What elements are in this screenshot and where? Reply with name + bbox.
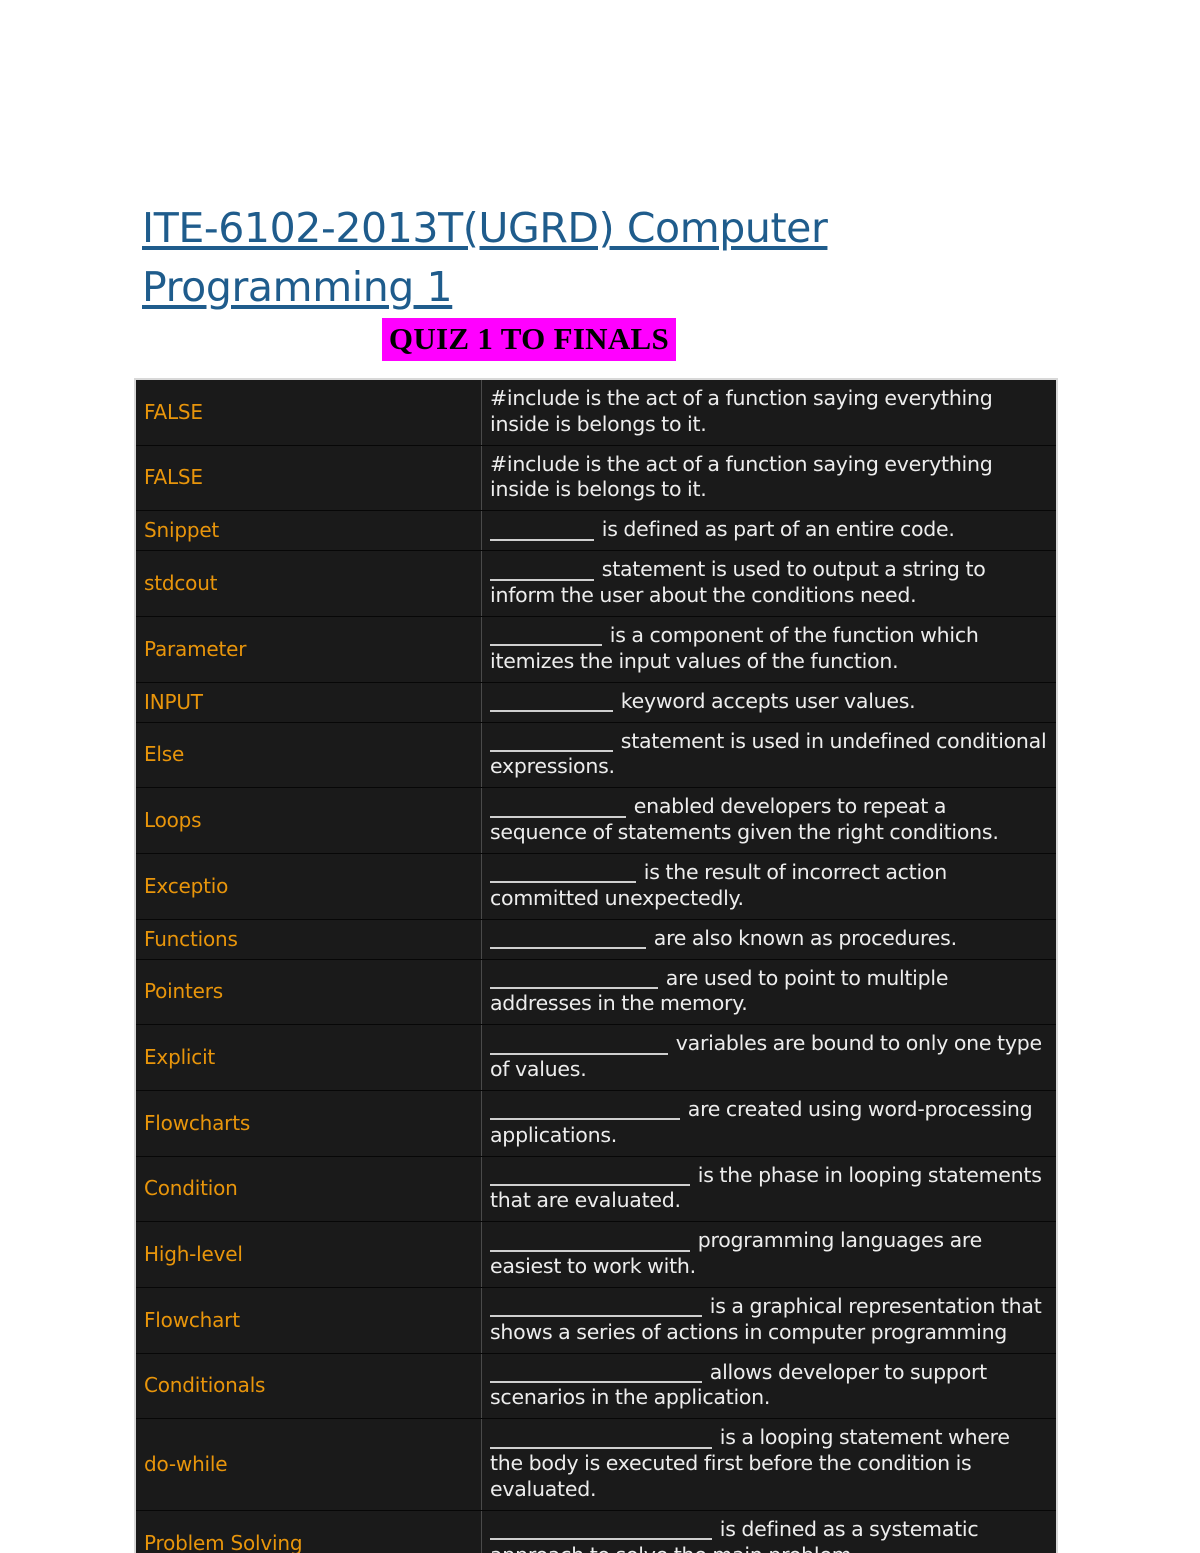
- table-body: FALSE #include is the act of a function s…: [135, 379, 1057, 1553]
- term-cell: Else: [135, 721, 482, 789]
- definition-text: #include is the act of a function saying…: [490, 451, 993, 502]
- table-row: Explicit variables are bound to only one…: [135, 1024, 1057, 1091]
- definition-cell: statement is used in undefined condition…: [481, 721, 1057, 789]
- term-cell: Pointers: [135, 958, 482, 1026]
- definition-cell: statement is used to output a string to …: [481, 550, 1057, 617]
- definition-text: #include is the act of a function saying…: [490, 386, 993, 436]
- term-cell: INPUT: [135, 681, 482, 723]
- definition-cell: are created using word-processing applic…: [481, 1089, 1057, 1157]
- table-row: stdcout statement is used to output a st…: [135, 550, 1057, 617]
- table-row: High-level programming languages are eas…: [135, 1221, 1057, 1288]
- term-cell: Flowchart: [135, 1286, 482, 1354]
- term-cell: Snippet: [135, 510, 482, 552]
- definition-cell: is a graphical representation that shows…: [481, 1286, 1057, 1354]
- fill-in-blank: [490, 1228, 690, 1252]
- term-cell: FALSE: [135, 379, 482, 446]
- term-cell: High-level: [135, 1221, 482, 1288]
- table-row: Loops enabled developers to repeat a seq…: [135, 787, 1057, 854]
- term-cell: Loops: [135, 787, 482, 854]
- fill-in-blank: [490, 966, 658, 990]
- fill-in-blank: [490, 1517, 712, 1541]
- definition-cell: is the phase in looping statements that …: [481, 1155, 1057, 1223]
- term-cell: Problem Solving: [135, 1509, 482, 1553]
- term-cell: Exceptio: [135, 852, 482, 920]
- page-title: ITE-6102-2013T(UGRD) Computer Programmin…: [142, 204, 828, 311]
- fill-in-blank: [490, 1360, 702, 1384]
- fill-in-blank: [490, 1163, 690, 1187]
- term-cell: FALSE: [135, 444, 482, 512]
- table-row: INPUT keyword accepts user values.: [135, 681, 1057, 723]
- term-cell: stdcout: [135, 550, 482, 617]
- term-cell: Conditionals: [135, 1352, 482, 1420]
- definition-cell: enabled developers to repeat a sequence …: [481, 787, 1057, 854]
- table-row: FALSE #include is the act of a function s…: [135, 444, 1057, 512]
- table-row: Functions are also known as procedures.: [135, 918, 1057, 960]
- definition-cell: is the result of incorrect action commit…: [481, 852, 1057, 920]
- term-cell: Condition: [135, 1155, 482, 1223]
- term-cell: Functions: [135, 918, 482, 960]
- fill-in-blank: [490, 926, 646, 950]
- term-cell: Flowcharts: [135, 1089, 482, 1157]
- definition-text: is defined as part of an entire code.: [596, 517, 955, 542]
- quiz-reviewer-table: FALSE #include is the act of a function s…: [134, 378, 1058, 1553]
- fill-in-blank: [490, 1425, 712, 1449]
- fill-in-blank: [490, 794, 626, 818]
- definition-cell: #include is the act of a function saying…: [481, 379, 1057, 446]
- definition-cell: is defined as part of an entire code.: [481, 510, 1057, 552]
- definition-text: are also known as procedures.: [648, 925, 957, 950]
- term-cell: Explicit: [135, 1024, 482, 1091]
- subtitle-highlight: QUIZ 1 TO FINALS: [381, 318, 677, 361]
- table-row: Flowchart is a graphical representation …: [135, 1286, 1057, 1354]
- document-page: ITE-6102-2013T(UGRD) Computer Programmin…: [0, 0, 1200, 1553]
- definition-cell: #include is the act of a function saying…: [481, 444, 1057, 512]
- term-cell: Parameter: [135, 615, 482, 683]
- definition-cell: variables are bound to only one type of …: [481, 1024, 1057, 1091]
- fill-in-blank: [490, 689, 613, 713]
- fill-in-blank: [490, 1294, 702, 1318]
- definition-cell: are also known as procedures.: [481, 918, 1057, 960]
- table-row: Pointers are used to point to multiple a…: [135, 958, 1057, 1026]
- term-cell: do-while: [135, 1418, 482, 1511]
- table-row: Else statement is used in undefined cond…: [135, 721, 1057, 789]
- definition-cell: allows developer to support scenarios in…: [481, 1352, 1057, 1420]
- fill-in-blank: [490, 729, 613, 753]
- definition-cell: is defined as a systematic approach to s…: [481, 1509, 1057, 1553]
- table-row: Conditionals allows developer to support…: [135, 1352, 1057, 1420]
- table-row: Problem Solving is defined as a systemat…: [135, 1509, 1057, 1553]
- definition-cell: are used to point to multiple addresses …: [481, 958, 1057, 1026]
- table-row: FALSE #include is the act of a function s…: [135, 379, 1057, 446]
- definition-text: keyword accepts user values.: [615, 688, 916, 713]
- table-row: do-while is a looping statement where th…: [135, 1418, 1057, 1511]
- fill-in-blank: [490, 860, 636, 884]
- fill-in-blank: [490, 623, 602, 647]
- definition-cell: is a looping statement where the body is…: [481, 1418, 1057, 1511]
- subtitle-container: QUIZ 1 TO FINALS: [0, 318, 1058, 361]
- definition-cell: is a component of the function which ite…: [481, 615, 1057, 683]
- fill-in-blank: [490, 517, 594, 541]
- definition-cell: keyword accepts user values.: [481, 681, 1057, 723]
- table-row: Snippet is defined as part of an entire …: [135, 510, 1057, 552]
- fill-in-blank: [490, 1097, 680, 1121]
- table-row: Parameter is a component of the function…: [135, 615, 1057, 683]
- fill-in-blank: [490, 1031, 668, 1055]
- fill-in-blank: [490, 557, 594, 581]
- definition-cell: programming languages are easiest to wor…: [481, 1221, 1057, 1288]
- table-row: Condition is the phase in looping statem…: [135, 1155, 1057, 1223]
- table-row: Flowcharts are created using word-proces…: [135, 1089, 1057, 1157]
- table-row: Exceptio is the result of incorrect acti…: [135, 852, 1057, 920]
